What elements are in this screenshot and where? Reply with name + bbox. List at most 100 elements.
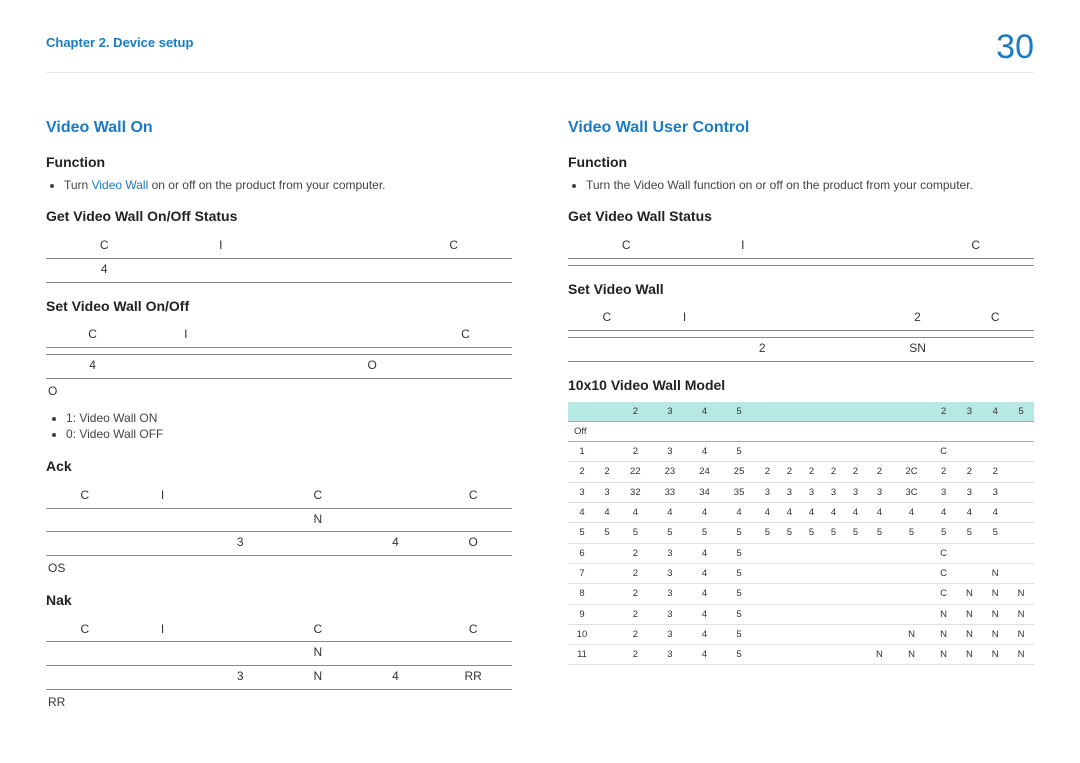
cell <box>46 534 124 551</box>
model-cell: 5 <box>756 523 778 543</box>
model-cell: 3 <box>653 645 688 665</box>
model-cell <box>867 442 893 462</box>
cell: I <box>139 326 232 343</box>
cell <box>232 326 325 343</box>
model-cell <box>596 645 618 665</box>
model-cell <box>756 543 778 563</box>
model-cell: 4 <box>823 503 845 523</box>
model-cell: 3 <box>867 482 893 502</box>
model-cell: 4 <box>800 503 822 523</box>
model-cell <box>845 645 867 665</box>
model-cell <box>778 563 800 583</box>
cell <box>801 309 879 326</box>
model-cell: 22 <box>618 462 653 482</box>
model-cell <box>892 543 930 563</box>
model-cell <box>800 645 822 665</box>
model-cell: 4 <box>687 543 722 563</box>
model-cell: 3C <box>892 482 930 502</box>
cell <box>46 668 124 685</box>
cell <box>723 309 801 326</box>
function-heading-right: Function <box>568 153 1034 173</box>
model-cell <box>892 442 930 462</box>
model-cell <box>800 624 822 644</box>
packet-row: C I C <box>568 235 1034 259</box>
model-cell: 3 <box>982 482 1008 502</box>
model-cell: 4 <box>845 503 867 523</box>
model-cell <box>778 624 800 644</box>
cell: C <box>434 621 512 638</box>
model-cell <box>800 442 822 462</box>
model-cell: 34 <box>687 482 722 502</box>
cell <box>801 340 879 357</box>
model-cell: N <box>892 645 930 665</box>
model-cell: 5 <box>892 523 930 543</box>
video-wall-link[interactable]: Video Wall <box>92 178 149 192</box>
model-cell <box>1008 462 1034 482</box>
model-cell: 2 <box>778 462 800 482</box>
cell: RR <box>434 668 512 685</box>
packet-row: N <box>46 642 512 666</box>
model-header-cell: 5 <box>1008 402 1034 422</box>
packet-row: C I C <box>46 235 512 259</box>
cell: C <box>46 237 163 254</box>
model-cell: 2 <box>845 462 867 482</box>
model-cell: 5 <box>596 523 618 543</box>
model-cell <box>845 584 867 604</box>
page-header: Chapter 2. Device setup 30 <box>46 34 1034 73</box>
model-cell <box>1008 503 1034 523</box>
cell <box>201 621 279 638</box>
model-cell: 4 <box>653 503 688 523</box>
model-cell <box>845 442 867 462</box>
model-cell <box>1008 482 1034 502</box>
model-row: 5555555555555555 <box>568 523 1034 543</box>
cell: C <box>396 237 513 254</box>
model-cell: 2 <box>756 462 778 482</box>
model-cell <box>1008 543 1034 563</box>
model-cell: C <box>931 543 957 563</box>
cell <box>124 668 202 685</box>
cell: 2 <box>723 340 801 357</box>
cell <box>232 357 325 374</box>
model-cell: 4 <box>957 503 983 523</box>
model-header-cell <box>800 402 822 422</box>
cell <box>46 511 124 528</box>
model-cell: 5 <box>982 523 1008 543</box>
model-cell <box>778 584 800 604</box>
model-header-cell <box>892 402 930 422</box>
model-cell: 5 <box>618 523 653 543</box>
packet-row: C I C <box>46 324 512 348</box>
set-on-off-heading: Set Video Wall On/Off <box>46 297 512 317</box>
model-cell: 2 <box>618 543 653 563</box>
model-cell: 3 <box>845 482 867 502</box>
model-cell: 2C <box>892 462 930 482</box>
model-cell: N <box>892 624 930 644</box>
model-cell: 5 <box>722 645 757 665</box>
packet-row <box>568 331 1034 338</box>
model-cell: 5 <box>957 523 983 543</box>
model-cell: 3 <box>756 482 778 502</box>
right-column: Video Wall User Control Function Turn th… <box>568 117 1034 721</box>
model-header-cell: 2 <box>931 402 957 422</box>
packet-row: C I C C <box>46 619 512 643</box>
model-cell: N <box>957 624 983 644</box>
model-cell <box>1008 442 1034 462</box>
model-cell <box>596 584 618 604</box>
cell: 4 <box>357 534 435 551</box>
packet-row: 3 4 O <box>46 532 512 556</box>
cell <box>124 644 202 661</box>
packet-row: C I C C <box>46 485 512 509</box>
model-cell: 5 <box>722 624 757 644</box>
packet-row: C I 2 C <box>568 307 1034 331</box>
cell <box>163 261 280 278</box>
model-cell <box>845 543 867 563</box>
model-cell: 24 <box>687 462 722 482</box>
cell: I <box>646 309 724 326</box>
cell: C <box>956 309 1034 326</box>
model-cell <box>957 442 983 462</box>
model-cell: 33 <box>653 482 688 502</box>
model-cell: 5 <box>722 584 757 604</box>
cell: 4 <box>357 668 435 685</box>
model-cell: 8 <box>568 584 596 604</box>
model-cell: 25 <box>722 462 757 482</box>
model-cell: N <box>1008 645 1034 665</box>
